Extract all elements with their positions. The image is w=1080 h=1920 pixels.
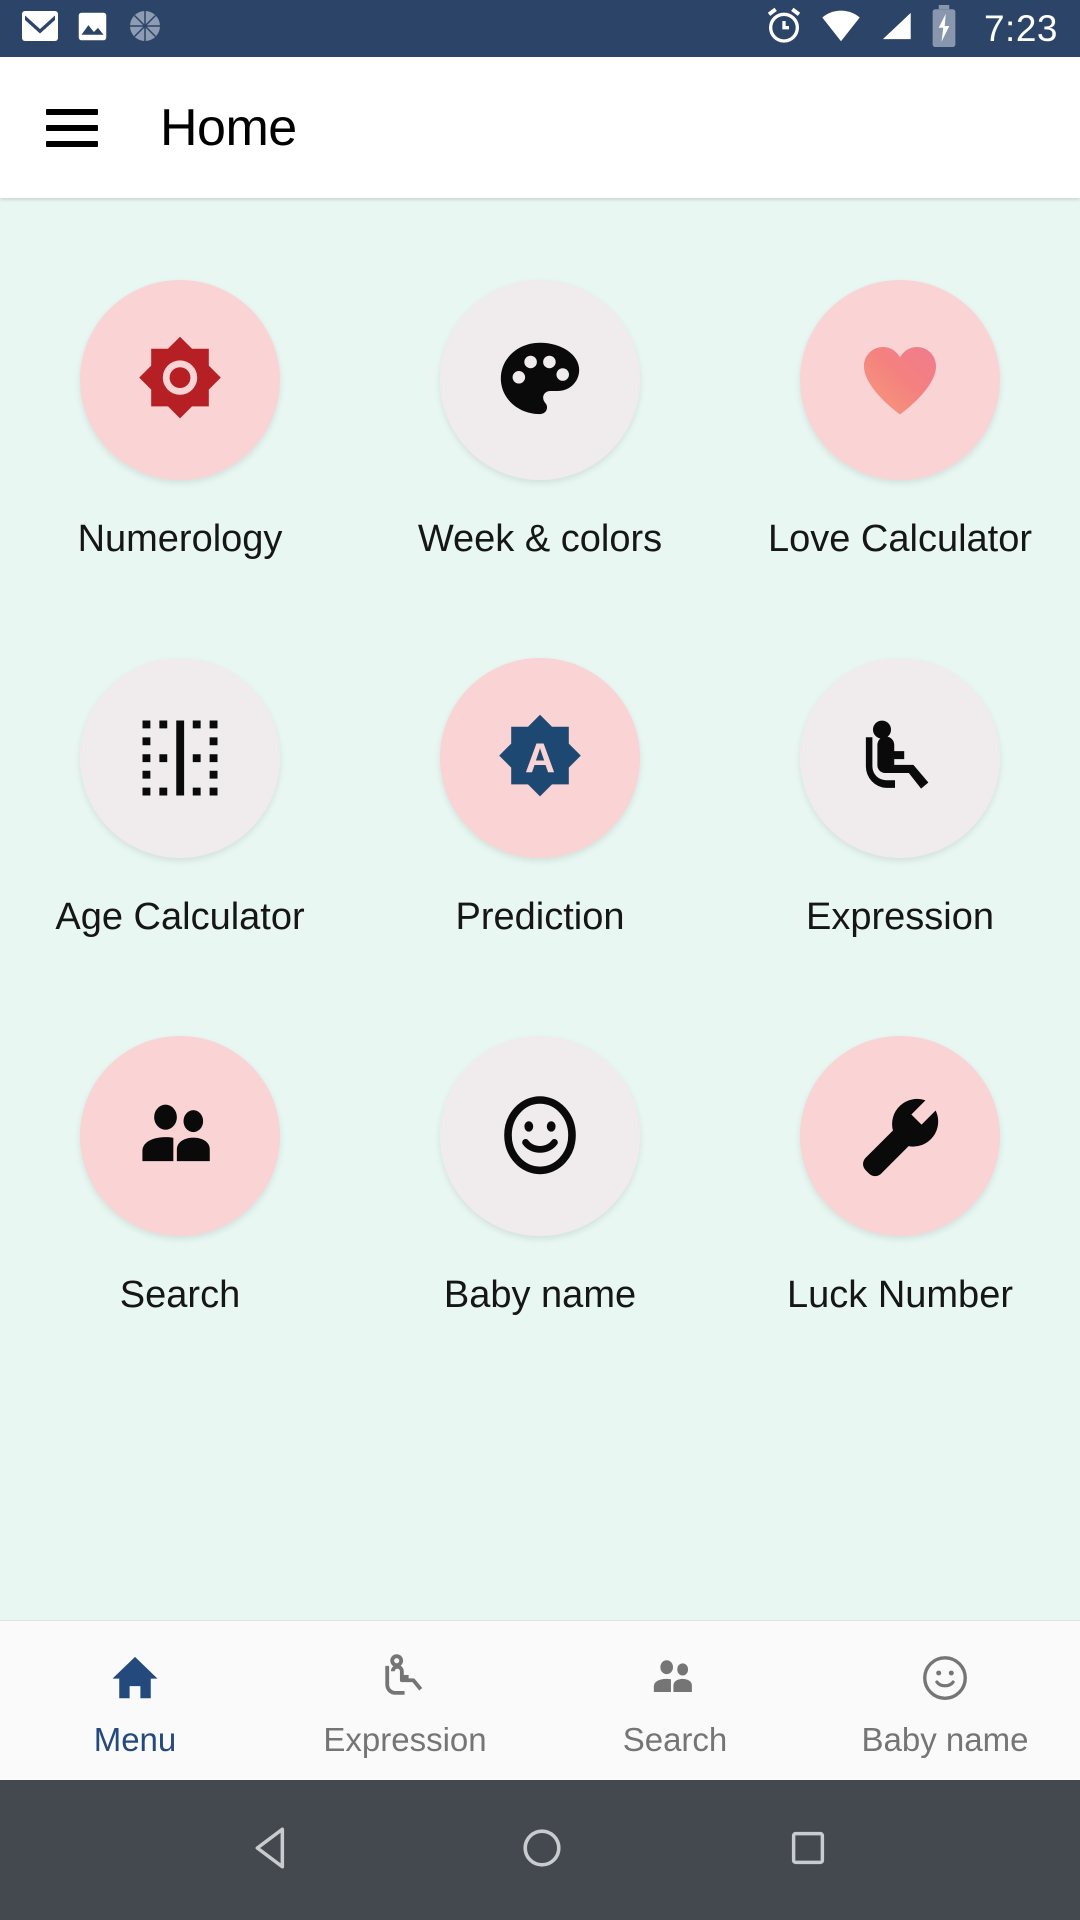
nav-item-search[interactable]: Search bbox=[540, 1621, 810, 1780]
nav-label: Baby name bbox=[861, 1720, 1029, 1758]
nav-item-expression[interactable]: Expression bbox=[270, 1621, 540, 1780]
letter-a-star-icon: A bbox=[499, 714, 581, 797]
hamburger-menu-icon[interactable] bbox=[46, 108, 98, 147]
tile-icon-bubble bbox=[800, 1036, 1000, 1236]
recents-square-icon[interactable] bbox=[785, 1825, 831, 1876]
tile-expression[interactable]: Expression bbox=[750, 658, 1050, 939]
home-icon bbox=[112, 1656, 158, 1698]
tile-label: Age Calculator bbox=[55, 896, 305, 938]
nav-item-menu[interactable]: Menu bbox=[0, 1621, 270, 1780]
tile-label: Expression bbox=[806, 896, 994, 938]
nav-label: Search bbox=[622, 1720, 728, 1758]
home-circle-icon[interactable] bbox=[518, 1824, 566, 1877]
grid-row: Age Calculator A Prediction Expression bbox=[0, 658, 1080, 939]
grid-row: Numerology Week & colors Love Calculator bbox=[0, 280, 1080, 561]
grid-row: Search Baby name Luck Number bbox=[0, 1036, 1080, 1317]
palette-icon bbox=[500, 342, 580, 415]
android-system-nav bbox=[0, 1780, 1080, 1920]
tile-icon-bubble bbox=[80, 280, 280, 480]
home-grid: Numerology Week & colors Love Calculator… bbox=[0, 198, 1080, 1620]
nav-label: Menu bbox=[93, 1720, 177, 1758]
tile-icon-bubble bbox=[440, 1036, 640, 1236]
tile-icon-bubble bbox=[800, 658, 1000, 858]
sync-spinner-icon bbox=[127, 8, 163, 49]
nav-item-baby-name[interactable]: Baby name bbox=[810, 1621, 1080, 1780]
status-bar-clock: 7:23 bbox=[983, 7, 1058, 49]
tile-label: Luck Number bbox=[787, 1274, 1013, 1316]
tile-icon-bubble: A bbox=[440, 658, 640, 858]
airline-seat-icon bbox=[385, 1653, 423, 1695]
tile-love-calculator[interactable]: Love Calculator bbox=[750, 280, 1050, 561]
svg-text:A: A bbox=[525, 734, 555, 781]
tile-label: Search bbox=[119, 1274, 241, 1316]
status-bar: 7:23 bbox=[0, 0, 1080, 57]
page-title: Home bbox=[160, 98, 297, 157]
tile-baby-name[interactable]: Baby name bbox=[390, 1036, 690, 1317]
app-bar: Home bbox=[0, 57, 1080, 198]
tile-label: Love Calculator bbox=[767, 518, 1033, 560]
numerology-star-icon bbox=[139, 336, 221, 419]
tile-age-calculator[interactable]: Age Calculator bbox=[30, 658, 330, 939]
status-bar-right-icons: 7:23 bbox=[764, 5, 1058, 52]
tile-label: Numerology bbox=[77, 518, 283, 560]
wrench-icon bbox=[863, 1098, 939, 1177]
tile-week-colors[interactable]: Week & colors bbox=[390, 280, 690, 561]
wifi-icon bbox=[820, 9, 862, 48]
photos-icon bbox=[76, 10, 109, 48]
tile-search[interactable]: Search bbox=[30, 1036, 330, 1317]
alarm-icon bbox=[764, 6, 804, 51]
border-vertical-icon bbox=[142, 720, 218, 796]
gmail-icon bbox=[22, 11, 58, 46]
heart-icon bbox=[863, 347, 937, 415]
back-icon[interactable] bbox=[249, 1823, 299, 1878]
smiley-face-icon bbox=[923, 1655, 967, 1700]
people-icon bbox=[653, 1659, 692, 1692]
tile-label: Baby name bbox=[443, 1274, 637, 1316]
tile-label: Prediction bbox=[455, 896, 625, 938]
battery-charging-icon bbox=[930, 5, 958, 52]
tile-numerology[interactable]: Numerology bbox=[30, 280, 330, 561]
tile-label: Week & colors bbox=[417, 518, 663, 560]
phone-screen: 7:23 Home Numerology Week & colors Love … bbox=[0, 0, 1080, 1920]
smiley-face-icon bbox=[504, 1096, 576, 1175]
bottom-navigation: Menu Expression Search Baby name bbox=[0, 1620, 1080, 1780]
people-icon bbox=[142, 1104, 210, 1162]
tile-luck-number[interactable]: Luck Number bbox=[750, 1036, 1050, 1317]
airline-seat-icon bbox=[865, 720, 929, 789]
tile-icon-bubble bbox=[80, 658, 280, 858]
nav-label: Expression bbox=[323, 1720, 487, 1758]
tile-prediction[interactable]: A Prediction bbox=[390, 658, 690, 939]
status-bar-left-icons bbox=[22, 8, 163, 49]
tile-icon-bubble bbox=[800, 280, 1000, 480]
tile-icon-bubble bbox=[440, 280, 640, 480]
tile-icon-bubble bbox=[80, 1036, 280, 1236]
signal-icon bbox=[878, 9, 914, 48]
